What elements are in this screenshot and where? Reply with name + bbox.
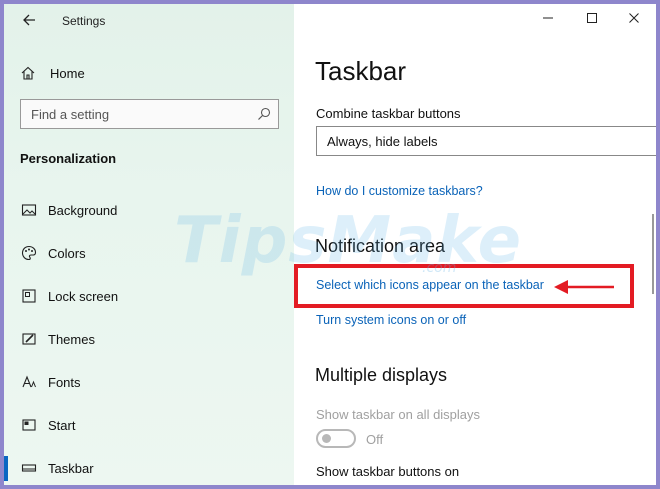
sidebar-item-label: Colors	[48, 245, 86, 261]
sidebar-item-lock-screen[interactable]: Lock screen	[20, 286, 280, 306]
show-buttons-on-label: Show taskbar buttons on	[316, 464, 460, 479]
watermark-suffix: .com	[422, 260, 457, 276]
home-icon	[21, 66, 35, 80]
sidebar-item-home[interactable]: Home	[20, 64, 85, 82]
start-icon	[20, 416, 38, 434]
show-all-displays-label: Show taskbar on all displays	[316, 407, 481, 422]
settings-window: Settings Home Find a setting Personaliza…	[4, 4, 656, 485]
active-indicator	[4, 456, 8, 481]
taskbar-icon	[20, 459, 38, 477]
scrollbar[interactable]	[652, 214, 654, 294]
select-icons-link[interactable]: Select which icons appear on the taskbar	[316, 278, 544, 292]
combine-buttons-dropdown[interactable]: Always, hide labels	[316, 126, 656, 156]
system-icons-link[interactable]: Turn system icons on or off	[316, 313, 466, 327]
search-icon[interactable]	[256, 106, 272, 122]
sidebar-item-themes[interactable]: Themes	[20, 329, 280, 349]
close-button[interactable]	[624, 12, 644, 27]
customize-taskbars-link[interactable]: How do I customize taskbars?	[316, 184, 483, 198]
dropdown-value: Always, hide labels	[327, 134, 438, 149]
app-title: Settings	[62, 14, 106, 28]
sidebar-item-label: Taskbar	[48, 460, 94, 476]
close-icon	[629, 13, 639, 23]
combine-buttons-label: Combine taskbar buttons	[316, 106, 461, 121]
minimize-icon	[543, 17, 553, 19]
show-all-displays-toggle[interactable]	[316, 429, 356, 448]
sidebar-item-label: Lock screen	[48, 288, 119, 304]
sidebar-item-label: Background	[48, 202, 118, 218]
red-arrow-icon	[554, 280, 614, 294]
sidebar-item-taskbar[interactable]: Taskbar	[20, 458, 280, 478]
back-button[interactable]	[18, 12, 40, 34]
sidebar-item-label: Home	[50, 65, 85, 81]
maximize-icon	[587, 13, 597, 23]
search-input[interactable]: Find a setting	[20, 99, 279, 129]
picture-icon	[20, 201, 38, 219]
watermark-logo: TipsMake	[174, 204, 523, 278]
maximize-button[interactable]	[582, 12, 602, 27]
sidebar-item-label: Themes	[48, 331, 95, 347]
minimize-button[interactable]	[538, 12, 558, 27]
back-arrow-icon	[23, 14, 35, 26]
palette-icon	[20, 244, 38, 262]
multiple-displays-heading: Multiple displays	[315, 365, 448, 385]
font-icon	[20, 373, 38, 391]
sidebar-item-start[interactable]: Start	[20, 415, 280, 435]
section-title: Personalization	[20, 151, 117, 166]
toggle-knob	[322, 434, 331, 443]
page-title: Taskbar	[315, 56, 407, 86]
search-placeholder: Find a setting	[31, 107, 110, 122]
lock-screen-icon	[20, 287, 38, 305]
brush-icon	[20, 330, 38, 348]
sidebar-item-label: Start	[48, 417, 76, 433]
sidebar-item-label: Fonts	[48, 374, 81, 390]
sidebar-item-fonts[interactable]: Fonts	[20, 372, 280, 392]
toggle-state-label: Off	[366, 432, 384, 447]
